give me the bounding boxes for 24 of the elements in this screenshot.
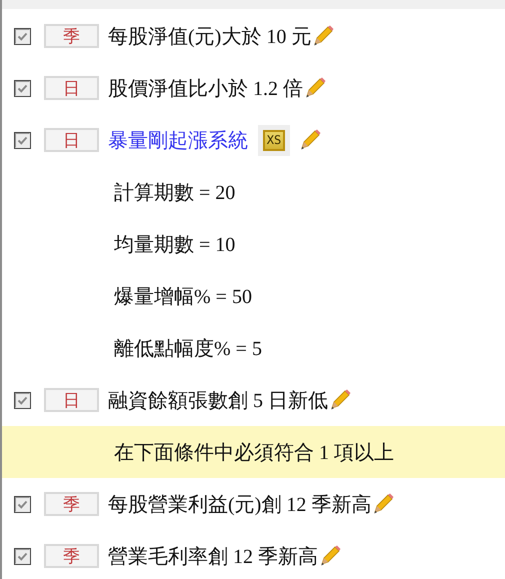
xs-button[interactable]: XS xyxy=(258,124,290,156)
checkbox[interactable] xyxy=(14,132,31,148)
parameter-text: 離低點幅度% = 5 xyxy=(114,336,262,362)
condition-text: 營業毛利率創 12 季新高 xyxy=(108,544,318,570)
period-button[interactable]: 日 xyxy=(44,76,99,100)
checkbox[interactable] xyxy=(14,80,31,96)
condition-link[interactable]: 暴量剛起漲系統 xyxy=(108,126,248,154)
period-button[interactable]: 季 xyxy=(44,492,99,516)
checkbox[interactable] xyxy=(14,28,31,44)
condition-text: 融資餘額張數創 5 日新低 xyxy=(108,388,328,414)
group-note-text: 在下面條件中必須符合 1 項以上 xyxy=(114,440,394,466)
parameter-text: 均量期數 = 10 xyxy=(114,232,236,258)
checkbox[interactable] xyxy=(14,496,31,512)
period-button[interactable]: 日 xyxy=(44,388,99,412)
period-button[interactable]: 季 xyxy=(44,544,99,568)
condition-text: 股價淨值比小於 1.2 倍 xyxy=(108,76,303,102)
parameter-text: 爆量增幅% = 50 xyxy=(114,284,252,310)
condition-text: 每股營業利益(元)創 12 季新高 xyxy=(108,492,372,518)
period-button[interactable]: 季 xyxy=(44,24,99,48)
checkbox[interactable] xyxy=(14,392,31,408)
parameter-text: 計算期數 = 20 xyxy=(114,180,236,206)
checkbox[interactable] xyxy=(14,548,31,564)
period-button[interactable]: 日 xyxy=(44,128,99,152)
condition-text: 每股淨值(元)大於 10 元 xyxy=(108,24,312,50)
